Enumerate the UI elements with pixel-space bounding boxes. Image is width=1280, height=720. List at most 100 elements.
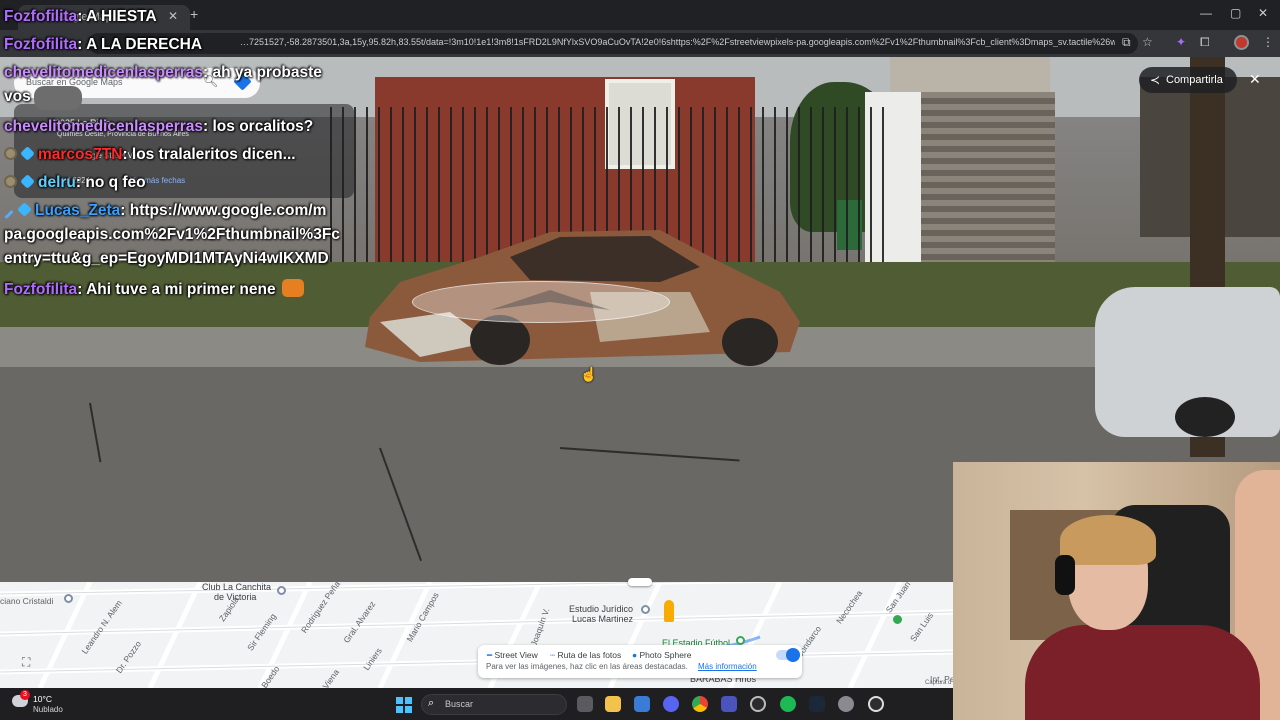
chat-username[interactable]: chevelitomedicenlasperras xyxy=(4,118,203,135)
headset xyxy=(1055,555,1075,595)
spotify-icon[interactable] xyxy=(780,696,796,712)
settings-gear-icon[interactable] xyxy=(838,696,854,712)
chat-username[interactable]: chevelitomedicenlasperras xyxy=(4,64,203,81)
map-place-pin[interactable] xyxy=(64,594,73,603)
tab-close-icon[interactable]: ✕ xyxy=(168,9,178,23)
stone-wall xyxy=(915,92,1055,272)
chat-message: Fozfofilita: A HIESTA xyxy=(4,8,157,26)
legend-street-view: ━ Street View xyxy=(487,650,538,661)
bookmark-star-icon[interactable]: ☆ xyxy=(1142,35,1153,49)
chat-text: : https://www.google.com/m xyxy=(120,202,327,219)
chat-text: : A HIESTA xyxy=(77,8,157,25)
chat-text: : los tralaleritos dicen... xyxy=(122,146,296,163)
map-label: ciano Cristaldi xyxy=(0,596,54,606)
round-badge-icon xyxy=(4,175,17,188)
map-place-pin[interactable] xyxy=(277,586,286,595)
store-icon[interactable] xyxy=(634,696,650,712)
extension-icon[interactable]: ✦ xyxy=(1176,35,1186,49)
weather-description[interactable]: Nublado xyxy=(33,705,63,714)
share-label: Compartirla xyxy=(1166,74,1223,86)
chat-text: pa.googleapis.com%2Fv1%2Fthumbnail%3Fc xyxy=(4,226,340,243)
legend-photo-sphere: ● Photo Sphere xyxy=(632,650,691,660)
chat-text: vos xyxy=(4,88,31,105)
chat-message: chevelitomedicenlasperras: ah ya probast… xyxy=(4,64,322,82)
file-explorer-icon[interactable] xyxy=(605,696,621,712)
browser-menu-icon[interactable]: ⋮ xyxy=(1262,35,1274,49)
share-icon: ≺ xyxy=(1150,73,1161,87)
map-place-pin[interactable] xyxy=(893,615,902,624)
map-label: Estudio Jurídico xyxy=(569,604,634,614)
chat-text: : ah ya probaste xyxy=(203,64,322,81)
gem-badge-icon xyxy=(20,174,35,189)
minimize-icon[interactable]: — xyxy=(1200,6,1212,20)
steam-icon[interactable] xyxy=(809,696,825,712)
chat-message: entry=ttu&g_ep=EgoyMDI1MTAyNi4wIKXMD xyxy=(4,250,329,268)
profile-avatar[interactable] xyxy=(1234,35,1249,50)
windows-start-icon[interactable] xyxy=(396,697,412,713)
sword-badge-icon xyxy=(4,209,14,220)
chat-message: vos xyxy=(4,88,31,106)
expand-map-icon[interactable]: ⛶ xyxy=(22,655,30,670)
weather-alert-badge: 3 xyxy=(20,690,30,700)
gem-badge-icon xyxy=(17,202,32,217)
taskbar-search-placeholder: Buscar xyxy=(445,699,474,709)
screen: Google Maps ✕ + — ▢ ✕ …7251527,-58.28735… xyxy=(0,0,1280,720)
url-text[interactable]: …7251527,-58.2873501,3a,15y,95.82h,83.55… xyxy=(240,37,1115,47)
app-icon[interactable] xyxy=(868,696,884,712)
window-close-icon[interactable]: ✕ xyxy=(1258,6,1268,20)
chat-username[interactable]: Fozfofilita xyxy=(4,8,77,25)
map-place-pin[interactable] xyxy=(641,605,650,614)
chat-username[interactable]: Lucas_Zeta xyxy=(35,202,120,219)
weather-temperature[interactable]: 10°C xyxy=(33,694,52,704)
legend-photo-sphere-label: Photo Sphere xyxy=(639,650,692,660)
legend-photo-path-label: Ruta de las fotos xyxy=(557,650,622,660)
streamer-hoodie xyxy=(1025,625,1260,720)
chat-message: pa.googleapis.com%2Fv1%2Fthumbnail%3Fc xyxy=(4,226,340,244)
chat-username[interactable]: marcos7TN xyxy=(38,146,122,163)
mini-map[interactable]: ciano Cristaldi Club La Canchita de Vict… xyxy=(0,582,953,688)
streamer-hair xyxy=(1060,515,1156,565)
map-label: Club La Canchita xyxy=(202,582,272,592)
legend-street-view-label: Street View xyxy=(494,650,538,660)
taskbar-search-icon: ⌕ xyxy=(428,697,435,709)
chrome-icon[interactable] xyxy=(692,696,708,712)
new-tab-icon[interactable]: + xyxy=(190,6,198,22)
map-label: Lucas Martinez xyxy=(572,614,634,624)
map-credit: Captura d xyxy=(925,680,952,686)
chat-text: : los orcalitos? xyxy=(203,118,314,135)
install-icon[interactable]: ⧉ xyxy=(1122,35,1131,50)
teams-icon[interactable] xyxy=(721,696,737,712)
taskbar-search-input[interactable] xyxy=(421,694,567,715)
close-street-view-icon[interactable]: ✕ xyxy=(1249,71,1261,88)
pegman-icon[interactable] xyxy=(664,600,674,622)
hand-cursor-icon: ☝ xyxy=(580,366,598,382)
map-place-pin[interactable] xyxy=(736,636,745,645)
task-view-icon[interactable] xyxy=(577,696,593,712)
chat-message: Fozfofilita: A LA DERECHA xyxy=(4,36,202,54)
chat-username[interactable]: delru xyxy=(38,174,76,191)
chat-username[interactable]: Fozfofilita xyxy=(4,281,77,298)
toggle-knob[interactable] xyxy=(786,648,800,662)
chat-text: : no q feo xyxy=(75,174,146,191)
chat-message: Fozfofilita: Ahi tuve a mi primer nene xyxy=(4,279,304,299)
obs-icon[interactable] xyxy=(750,696,766,712)
chat-emote-image xyxy=(34,86,82,110)
round-badge-icon xyxy=(4,147,17,160)
chat-message: delru: no q feo xyxy=(4,174,146,192)
chat-emote-icon xyxy=(281,279,304,297)
maximize-icon[interactable]: ▢ xyxy=(1230,6,1241,20)
discord-icon[interactable] xyxy=(663,696,679,712)
gem-badge-icon xyxy=(20,146,35,161)
more-info-link[interactable]: Más información xyxy=(698,662,757,671)
photo-sphere-icon: ● xyxy=(632,650,640,660)
chat-text: : Ahi tuve a mi primer nene xyxy=(77,281,276,298)
chat-text: : A LA DERECHA xyxy=(77,36,203,53)
chat-username[interactable]: Fozfofilita xyxy=(4,36,77,53)
white-car-wheel xyxy=(1175,397,1235,437)
map-resize-handle[interactable] xyxy=(628,578,652,586)
chat-message: marcos7TN: los tralaleritos dicen... xyxy=(4,146,296,164)
extensions-puzzle-icon[interactable]: ⧠ xyxy=(1200,35,1210,50)
legend-note: Para ver las imágenes, haz clic en las á… xyxy=(486,662,688,671)
chat-message: Lucas_Zeta: https://www.google.com/m xyxy=(4,202,326,220)
chat-text: entry=ttu&g_ep=EgoyMDI1MTAyNi4wIKXMD xyxy=(4,250,329,267)
